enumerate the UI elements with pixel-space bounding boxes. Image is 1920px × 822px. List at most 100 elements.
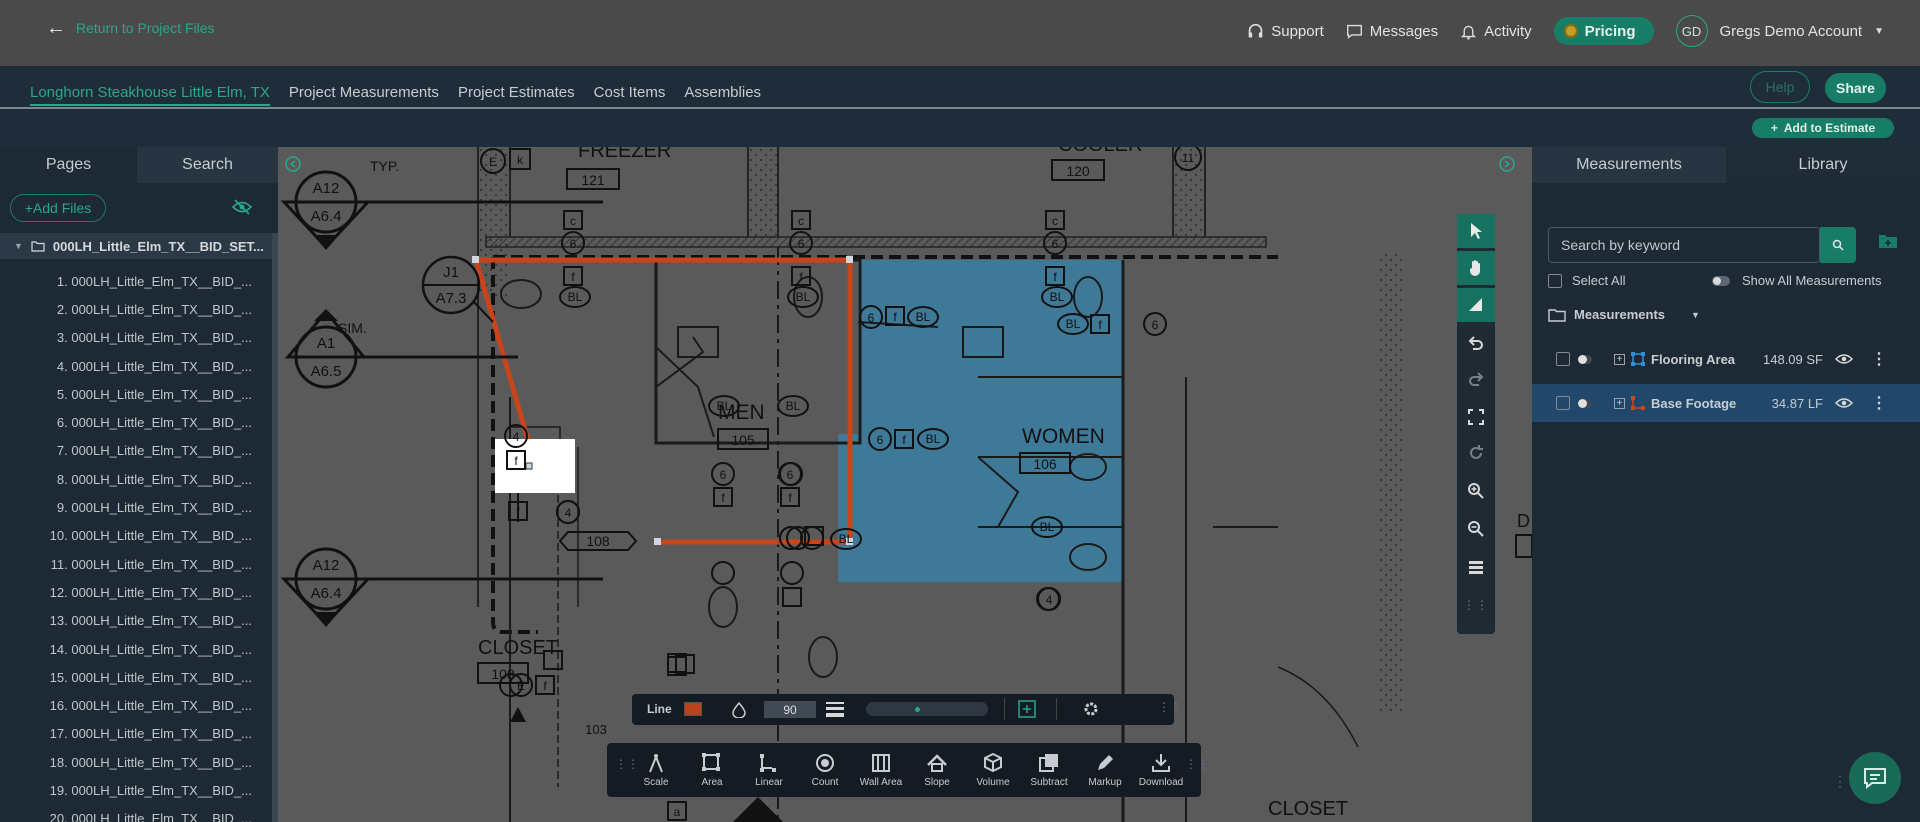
help-button[interactable]: Help	[1750, 71, 1810, 103]
markup-tool-button[interactable]: Markup	[1077, 743, 1133, 797]
show-all-toggle[interactable]	[1712, 275, 1730, 286]
measure-tool-button[interactable]	[1457, 288, 1495, 322]
flooring-area-region[interactable]	[838, 260, 1123, 582]
toolbar-grip-icon[interactable]: ⋮⋮	[1185, 757, 1209, 771]
page-list-item[interactable]: 1. 000LH_Little_Elm_TX__BID_...	[0, 267, 272, 295]
measurement-value: 148.09 SF	[1763, 351, 1823, 367]
page-list-item[interactable]: 8. 000LH_Little_Elm_TX__BID_...	[0, 465, 272, 493]
visibility-toggle[interactable]	[1578, 398, 1592, 408]
measurement-row[interactable]: + Flooring Area 148.09 SF ⋮	[1532, 340, 1920, 378]
line-weight-icon[interactable]	[826, 701, 844, 717]
opacity-input[interactable]: 90	[764, 701, 816, 718]
eye-off-icon[interactable]	[232, 199, 252, 215]
gear-icon[interactable]	[1082, 700, 1100, 718]
add-files-button[interactable]: +Add Files	[10, 194, 106, 222]
activity-button[interactable]: Activity	[1460, 23, 1532, 40]
subtract-tool-button[interactable]: Subtract	[1021, 743, 1077, 797]
select-tool-button[interactable]	[1457, 214, 1495, 248]
page-list-item[interactable]: 6. 000LH_Little_Elm_TX__BID_...	[0, 408, 272, 436]
slope-tool-button[interactable]: Slope	[909, 743, 965, 797]
tab-search[interactable]: Search	[137, 147, 278, 183]
wall-area-tool-button[interactable]: Wall Area	[853, 743, 909, 797]
add-to-estimate-button[interactable]: + Add to Estimate	[1752, 118, 1894, 138]
scale-tool-button[interactable]: Scale	[628, 743, 684, 797]
more-vertical-icon[interactable]: ⋮	[1871, 393, 1887, 413]
add-to-estimate-label: Add to Estimate	[1783, 121, 1876, 135]
tab-project-name[interactable]: Longhorn Steakhouse Little Elm, TX	[30, 84, 270, 106]
show-all-toggle-row[interactable]: Show All Measurements	[1712, 273, 1881, 288]
chat-button[interactable]	[1849, 752, 1901, 804]
account-menu[interactable]: GD Gregs Demo Account ▼	[1675, 15, 1884, 47]
expand-icon[interactable]: +	[1614, 353, 1625, 365]
new-folder-icon[interactable]	[1878, 233, 1898, 249]
area-tool-button[interactable]: Area	[684, 743, 740, 797]
pan-tool-button[interactable]	[1457, 251, 1495, 285]
count-tool-button[interactable]: Count	[797, 743, 853, 797]
download-button[interactable]: Download	[1133, 743, 1189, 797]
row-checkbox[interactable]	[1556, 396, 1570, 410]
svg-text:c: c	[1052, 214, 1058, 228]
tab-assemblies[interactable]: Assemblies	[684, 84, 761, 106]
support-button[interactable]: Support	[1247, 23, 1324, 40]
add-square-icon[interactable]	[1018, 700, 1036, 718]
page-list-item[interactable]: 13. 000LH_Little_Elm_TX__BID_...	[0, 607, 272, 635]
page-list-item[interactable]: 7. 000LH_Little_Elm_TX__BID_...	[0, 437, 272, 465]
more-vertical-icon[interactable]: ⋮	[1871, 349, 1887, 369]
rotate-button[interactable]	[1457, 436, 1495, 470]
page-list-item[interactable]: 9. 000LH_Little_Elm_TX__BID_...	[0, 493, 272, 521]
page-list-item[interactable]: 20. 000LH_Little_Elm_TX__BID_...	[0, 805, 272, 822]
zoom-in-button[interactable]	[1457, 474, 1495, 508]
eye-icon[interactable]	[1835, 353, 1853, 365]
line-color-swatch[interactable]	[684, 702, 702, 716]
expand-icon[interactable]: +	[1614, 397, 1625, 409]
measurements-folder[interactable]: Measurements ▼	[1548, 307, 1700, 322]
visibility-toggle[interactable]	[1578, 354, 1592, 364]
linear-tool-button[interactable]: Linear	[741, 743, 797, 797]
page-list-item[interactable]: 19. 000LH_Little_Elm_TX__BID_...	[0, 776, 272, 804]
typ-label: TYP.	[370, 158, 399, 174]
tab-project-measurements[interactable]: Project Measurements	[289, 84, 439, 106]
page-list-item[interactable]: 10. 000LH_Little_Elm_TX__BID_...	[0, 522, 272, 550]
page-list-item[interactable]: 16. 000LH_Little_Elm_TX__BID_...	[0, 691, 272, 719]
line-slider[interactable]	[866, 702, 988, 716]
page-list-item[interactable]: 5. 000LH_Little_Elm_TX__BID_...	[0, 380, 272, 408]
page-list-item[interactable]: 3. 000LH_Little_Elm_TX__BID_...	[0, 324, 272, 352]
pricing-button[interactable]: Pricing	[1553, 17, 1654, 45]
fullscreen-button[interactable]	[1457, 400, 1495, 434]
slider-knob[interactable]	[914, 707, 920, 712]
search-button[interactable]	[1820, 227, 1856, 263]
select-all-checkbox[interactable]	[1548, 273, 1562, 288]
bar-grip-icon[interactable]: ⋮⋮	[1158, 700, 1182, 714]
page-list-item[interactable]: 4. 000LH_Little_Elm_TX__BID_...	[0, 352, 272, 380]
svg-text:6: 6	[720, 468, 727, 482]
page-list-item[interactable]: 18. 000LH_Little_Elm_TX__BID_...	[0, 748, 272, 776]
row-checkbox[interactable]	[1556, 352, 1570, 366]
page-list-item[interactable]: 12. 000LH_Little_Elm_TX__BID_...	[0, 578, 272, 606]
tab-project-estimates[interactable]: Project Estimates	[458, 84, 575, 106]
messages-button[interactable]: Messages	[1346, 23, 1438, 40]
page-list-item[interactable]: 15. 000LH_Little_Elm_TX__BID_...	[0, 663, 272, 691]
tab-pages[interactable]: Pages	[0, 147, 137, 183]
page-list-item[interactable]: 17. 000LH_Little_Elm_TX__BID_...	[0, 720, 272, 748]
men-number: 105	[731, 432, 755, 448]
return-label: Return to Project Files	[76, 20, 215, 36]
toolbar-grip-icon[interactable]: ⋮⋮	[1457, 588, 1495, 622]
file-folder[interactable]: ▼ 000LH_Little_Elm_TX__BID_SET...	[0, 233, 272, 259]
tab-cost-items[interactable]: Cost Items	[594, 84, 666, 106]
zoom-out-button[interactable]	[1457, 512, 1495, 546]
eye-icon[interactable]	[1835, 397, 1853, 409]
tab-library[interactable]: Library	[1726, 147, 1920, 183]
share-button[interactable]: Share	[1825, 73, 1886, 103]
search-input[interactable]	[1548, 227, 1820, 263]
select-all[interactable]: Select All	[1548, 273, 1625, 288]
tab-measurements[interactable]: Measurements	[1532, 147, 1726, 183]
undo-button[interactable]	[1457, 326, 1495, 360]
volume-tool-button[interactable]: Volume	[965, 743, 1021, 797]
page-list-item[interactable]: 14. 000LH_Little_Elm_TX__BID_...	[0, 635, 272, 663]
page-list-item[interactable]: 11. 000LH_Little_Elm_TX__BID_...	[0, 550, 272, 578]
redo-button[interactable]	[1457, 362, 1495, 396]
layers-button[interactable]	[1457, 550, 1495, 584]
return-to-project-files-link[interactable]: ← Return to Project Files	[46, 18, 215, 38]
measurement-row[interactable]: + Base Footage 34.87 LF ⋮	[1532, 384, 1920, 422]
page-list-item[interactable]: 2. 000LH_Little_Elm_TX__BID_...	[0, 295, 272, 323]
